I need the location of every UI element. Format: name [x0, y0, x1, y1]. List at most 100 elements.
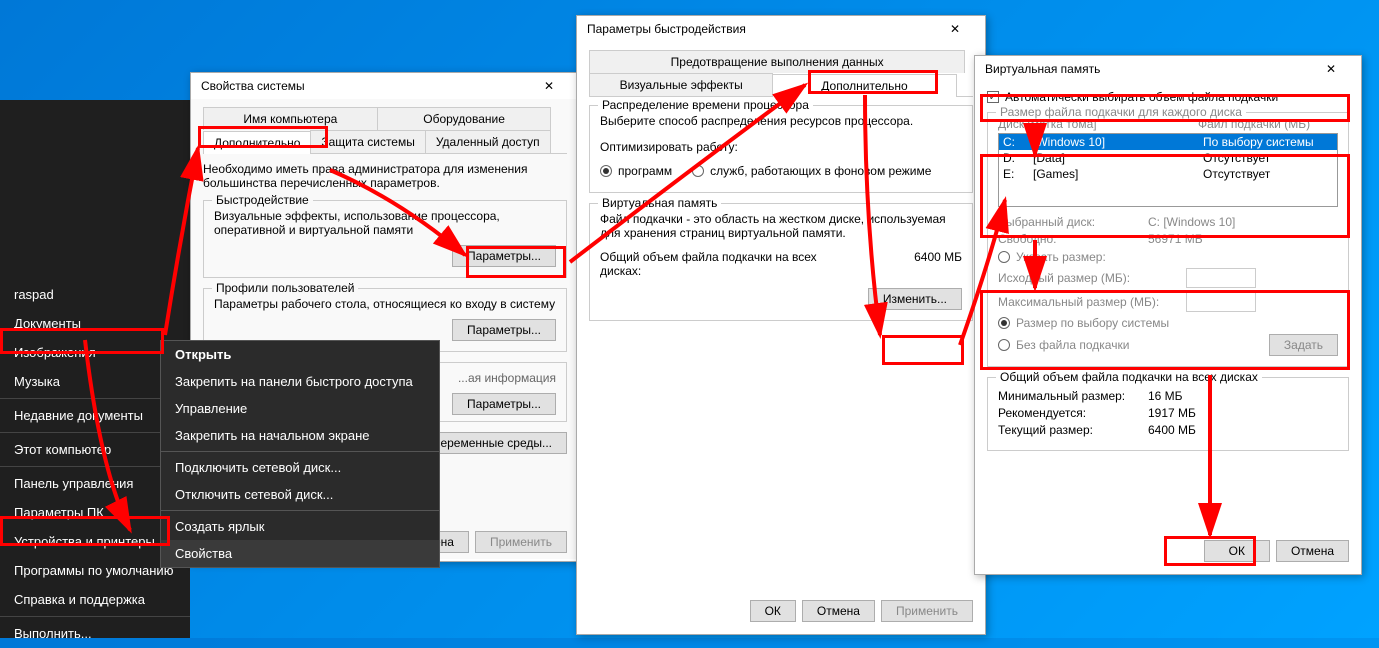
tab-visual-effects[interactable]: Визуальные эффекты [589, 73, 773, 96]
ctx-label: Создать ярлык [175, 519, 264, 534]
start-label: Музыка [14, 374, 60, 389]
startup-params-button[interactable]: Параметры... [452, 393, 556, 415]
tab-dep[interactable]: Предотвращение выполнения данных [589, 50, 965, 73]
ctx-properties[interactable]: Свойства [161, 540, 439, 567]
performance-text: Визуальные эффекты, использование процес… [214, 209, 556, 237]
radio-icon [998, 317, 1010, 329]
apply-button[interactable]: Применить [475, 531, 567, 553]
max-size-label: Максимальный размер (МБ): [998, 295, 1178, 309]
disk-row[interactable]: E: [Games] Отсутствует [999, 166, 1337, 182]
start-item-help[interactable]: Справка и поддержка [0, 585, 190, 614]
apply-button[interactable]: Применить [881, 600, 973, 622]
ctx-create-shortcut[interactable]: Создать ярлык [161, 513, 439, 540]
ok-button[interactable]: ОК [750, 600, 796, 622]
ctx-open[interactable]: Открыть [161, 341, 439, 368]
profiles-text: Параметры рабочего стола, относящиеся ко… [214, 297, 556, 311]
start-user[interactable]: raspad [0, 280, 190, 309]
disk-row[interactable]: D: [Data] Отсутствует [999, 150, 1337, 166]
disk-file: По выбору системы [1203, 135, 1333, 149]
radio-no-paging[interactable]: Без файла подкачки [998, 338, 1129, 352]
min-size-value: 16 МБ [1148, 389, 1183, 403]
disk-letter: D: [1003, 151, 1033, 165]
start-item-run[interactable]: Выполнить... [0, 619, 190, 648]
cancel-button[interactable]: Отмена [1276, 540, 1349, 562]
tab-advanced[interactable]: Дополнительно [772, 74, 956, 97]
ctx-label: Закрепить на панели быстрого доступа [175, 374, 413, 389]
start-label: Этот компьютер [14, 442, 111, 457]
tab-label: Имя компьютера [243, 112, 337, 126]
disk-row[interactable]: C: [Windows 10] По выбору системы [999, 134, 1337, 150]
start-item-documents[interactable]: Документы [0, 309, 190, 338]
ctx-pin-start[interactable]: Закрепить на начальном экране [161, 422, 439, 449]
checkbox-icon [987, 91, 999, 103]
dialog-title: Свойства системы [201, 79, 305, 93]
checkbox-label: Автоматически выбирать объем файла подка… [1005, 90, 1278, 104]
tab-system-protection[interactable]: Защита системы [310, 130, 425, 153]
ctx-label: Подключить сетевой диск... [175, 460, 341, 475]
initial-size-input[interactable] [1186, 268, 1256, 288]
tab-advanced[interactable]: Дополнительно [203, 131, 311, 154]
tab-computer-name[interactable]: Имя компьютера [203, 107, 378, 130]
disk-letter: C: [1003, 135, 1033, 149]
rec-size-label: Рекомендуется: [998, 406, 1148, 420]
disk-letter: E: [1003, 167, 1033, 181]
min-size-label: Минимальный размер: [998, 389, 1148, 403]
performance-params-button[interactable]: Параметры... [452, 245, 556, 267]
dialog-titlebar: Виртуальная память ✕ [975, 56, 1361, 82]
virtual-memory-group: Виртуальная память Файл подкачки - это о… [589, 203, 973, 321]
tab-bar: Предотвращение выполнения данных Визуаль… [589, 50, 973, 97]
radio-icon [998, 339, 1010, 351]
group-title: Профили пользователей [212, 281, 358, 295]
tab-bar: Имя компьютера Оборудование Дополнительн… [203, 107, 567, 154]
free-space-value: 56971 МБ [1148, 232, 1203, 246]
radio-programs[interactable]: программ [600, 164, 672, 178]
start-label: Панель управления [14, 476, 133, 491]
dialog-title: Параметры быстродействия [587, 22, 746, 36]
context-menu: Открыть Закрепить на панели быстрого дос… [160, 340, 440, 568]
ctx-label: Управление [175, 401, 247, 416]
ctx-manage[interactable]: Управление [161, 395, 439, 422]
optimize-label: Оптимизировать работу: [600, 140, 962, 154]
group-title: Быстродействие [212, 193, 313, 207]
selected-disk-label: Выбранный диск: [998, 215, 1148, 229]
profiles-params-button[interactable]: Параметры... [452, 319, 556, 341]
group-title: Виртуальная память [598, 196, 721, 210]
ctx-map-drive[interactable]: Подключить сетевой диск... [161, 454, 439, 481]
radio-label: Указать размер: [1016, 250, 1106, 264]
group-title: Общий объем файла подкачки на всех диска… [996, 370, 1262, 384]
start-label: Параметры ПК [14, 505, 104, 520]
close-icon[interactable]: ✕ [529, 79, 569, 93]
sched-text: Выберите способ распределения ресурсов п… [600, 114, 962, 128]
ok-button[interactable]: ОК [1204, 540, 1270, 562]
close-icon[interactable]: ✕ [1311, 62, 1351, 76]
virtual-memory-dialog: Виртуальная память ✕ Автоматически выбир… [974, 55, 1362, 575]
vm-change-button[interactable]: Изменить... [868, 288, 962, 310]
max-size-input[interactable] [1186, 292, 1256, 312]
disk-file: Отсутствует [1203, 151, 1333, 165]
ctx-pin-quick[interactable]: Закрепить на панели быстрого доступа [161, 368, 439, 395]
radio-system-managed[interactable]: Размер по выбору системы [998, 316, 1338, 330]
vm-text: Файл подкачки - это область на жестком д… [600, 212, 962, 240]
col-header-disk: Диск [метка тома] [998, 117, 1198, 131]
start-label: Справка и поддержка [14, 592, 145, 607]
dialog-title: Виртуальная память [985, 62, 1100, 76]
radio-services[interactable]: служб, работающих в фоновом режиме [692, 164, 931, 178]
radio-custom-size[interactable]: Указать размер: [998, 250, 1338, 264]
tab-remote[interactable]: Удаленный доступ [425, 130, 551, 153]
cur-size-value: 6400 МБ [1148, 423, 1196, 437]
ctx-disconnect-drive[interactable]: Отключить сетевой диск... [161, 481, 439, 508]
radio-icon [692, 165, 704, 177]
performance-options-dialog: Параметры быстродействия ✕ Предотвращени… [576, 15, 986, 635]
processor-scheduling-group: Распределение времени процессора Выберит… [589, 105, 973, 193]
disk-list[interactable]: C: [Windows 10] По выбору системы D: [Da… [998, 133, 1338, 207]
tab-hardware[interactable]: Оборудование [377, 107, 552, 130]
auto-manage-checkbox[interactable]: Автоматически выбирать объем файла подка… [987, 90, 1349, 104]
group-title: Размер файла подкачки для каждого диска [996, 105, 1246, 119]
close-icon[interactable]: ✕ [935, 22, 975, 36]
cancel-button[interactable]: Отмена [802, 600, 875, 622]
set-button[interactable]: Задать [1269, 334, 1338, 356]
cur-size-label: Текущий размер: [998, 423, 1148, 437]
radio-label: программ [618, 164, 672, 178]
admin-note-text: Необходимо иметь права администратора дл… [203, 162, 567, 190]
start-label: Изображения [14, 345, 96, 360]
